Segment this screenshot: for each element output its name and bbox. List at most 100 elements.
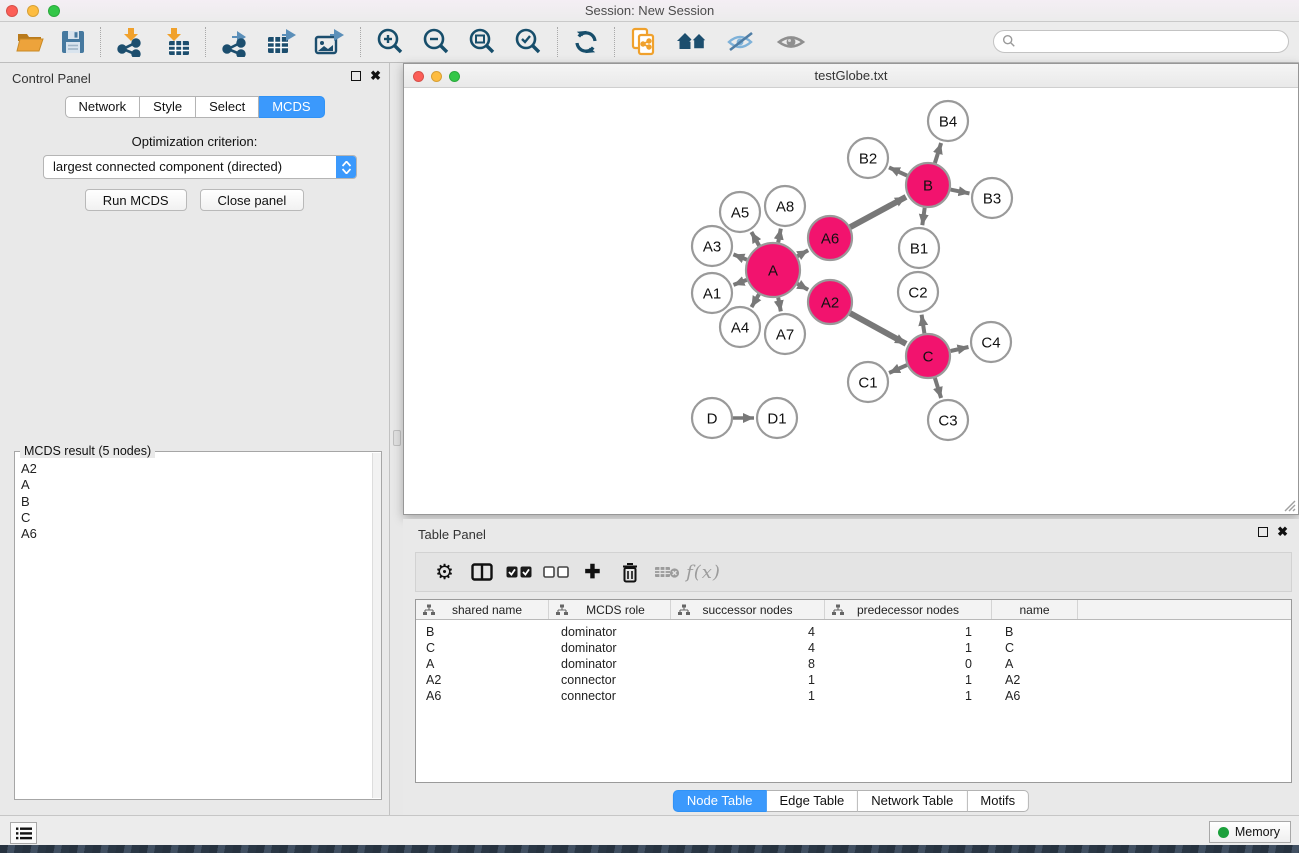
task-history-button[interactable] (10, 822, 37, 844)
export-network-button[interactable] (212, 25, 258, 59)
zoom-fit-button[interactable] (459, 25, 505, 59)
export-table-button[interactable] (258, 25, 306, 59)
edge-C-C2[interactable] (922, 315, 925, 334)
mcds-result-item[interactable]: A2 (21, 461, 371, 477)
edge-A-A7[interactable] (778, 298, 781, 312)
node-B3[interactable]: B3 (972, 178, 1012, 218)
edge-A-A5[interactable] (751, 232, 759, 246)
node-B1[interactable]: B1 (899, 228, 939, 268)
node-D[interactable]: D (692, 398, 732, 438)
node-C3[interactable]: C3 (928, 400, 968, 440)
edge-A2-C[interactable] (850, 313, 906, 344)
edge-C-C1[interactable] (889, 365, 907, 373)
table-row[interactable]: Adominator80A (416, 656, 1291, 672)
tab-style[interactable]: Style (140, 96, 196, 118)
table-row[interactable]: Cdominator41C (416, 640, 1291, 656)
delete-table-button[interactable] (648, 555, 685, 589)
node-A5[interactable]: A5 (720, 192, 760, 232)
node-A2[interactable]: A2 (808, 280, 852, 324)
node-A8[interactable]: A8 (765, 186, 805, 226)
zoom-in-button[interactable] (367, 25, 413, 59)
import-table-button[interactable] (153, 25, 199, 59)
network-window-titlebar[interactable]: testGlobe.txt (404, 64, 1298, 88)
function-builder-button[interactable]: f(x) (685, 555, 722, 589)
export-image-button[interactable] (306, 25, 354, 59)
close-table-panel-icon[interactable]: ✖ (1277, 527, 1288, 537)
float-table-panel-icon[interactable] (1258, 527, 1268, 537)
edge-A-A1[interactable] (734, 280, 747, 285)
edge-C-C4[interactable] (951, 347, 969, 351)
edge-B-B1[interactable] (922, 208, 924, 225)
column-header-mcds-role[interactable]: MCDS role (549, 600, 671, 619)
column-header-predecessor-nodes[interactable]: predecessor nodes (825, 600, 992, 619)
zoom-selected-button[interactable] (505, 25, 551, 59)
close-panel-button[interactable]: Close panel (200, 189, 305, 211)
node-D1[interactable]: D1 (757, 398, 797, 438)
resize-grip-icon[interactable] (1282, 498, 1296, 512)
edge-A-A8[interactable] (778, 229, 781, 243)
tab-motifs[interactable]: Motifs (967, 790, 1029, 812)
mcds-list-scrollbar[interactable] (372, 453, 381, 798)
table-row[interactable]: Bdominator41B (416, 624, 1291, 640)
node-C4[interactable]: C4 (971, 322, 1011, 362)
tab-node-table[interactable]: Node Table (673, 790, 767, 812)
node-A6[interactable]: A6 (808, 216, 852, 260)
refresh-layout-button[interactable] (564, 25, 608, 59)
edge-A-A4[interactable] (752, 294, 760, 307)
node-B4[interactable]: B4 (928, 101, 968, 141)
column-header-shared-name[interactable]: shared name (416, 600, 549, 619)
node-B2[interactable]: B2 (848, 138, 888, 178)
node-A7[interactable]: A7 (765, 314, 805, 354)
zoom-out-button[interactable] (413, 25, 459, 59)
table-row[interactable]: A2connector11A2 (416, 672, 1291, 688)
column-header-name[interactable]: name (992, 600, 1078, 619)
run-mcds-button[interactable]: Run MCDS (85, 189, 187, 211)
tab-network[interactable]: Network (64, 96, 140, 118)
node-A1[interactable]: A1 (692, 273, 732, 313)
column-header-successor-nodes[interactable]: successor nodes (671, 600, 825, 619)
node-A3[interactable]: A3 (692, 226, 732, 266)
close-panel-icon[interactable]: ✖ (370, 71, 381, 81)
node-B[interactable]: B (906, 163, 950, 207)
show-all-button[interactable] (767, 25, 817, 59)
edge-B-B4[interactable] (935, 143, 941, 163)
tab-network-table[interactable]: Network Table (858, 790, 967, 812)
memory-button[interactable]: Memory (1209, 821, 1291, 843)
node-C1[interactable]: C1 (848, 362, 888, 402)
edge-C-C3[interactable] (935, 378, 941, 398)
hide-selected-button[interactable] (717, 25, 767, 59)
mcds-result-item[interactable]: C (21, 510, 371, 526)
column-layout-button[interactable] (463, 555, 500, 589)
edge-A-A6[interactable] (797, 250, 808, 256)
network-graph[interactable]: A A1 A2 A3 A4 A5 A6 A7 A8 B B1 B2 B3B4 C C1 C2 C3C4 D D1 (404, 88, 1298, 514)
edge-A6-B[interactable] (850, 197, 906, 227)
add-column-button[interactable]: ✚ (574, 555, 611, 589)
criterion-dropdown[interactable]: largest connected component (directed) (43, 155, 357, 179)
tab-edge-table[interactable]: Edge Table (766, 790, 858, 812)
deselect-all-button[interactable] (537, 555, 574, 589)
select-all-button[interactable] (500, 555, 537, 589)
node-C2[interactable]: C2 (898, 272, 938, 312)
node-A[interactable]: A (746, 243, 800, 297)
edge-B-B2[interactable] (889, 167, 907, 175)
table-settings-button[interactable]: ⚙ (426, 555, 463, 589)
mcds-result-item[interactable]: A (21, 477, 371, 493)
panel-splitter-handle[interactable] (393, 430, 401, 446)
mcds-result-item[interactable]: A6 (21, 526, 371, 542)
node-A4[interactable]: A4 (720, 307, 760, 347)
search-input[interactable] (993, 30, 1289, 53)
table-row[interactable]: A6connector11A6 (416, 688, 1291, 704)
network-canvas[interactable]: A A1 A2 A3 A4 A5 A6 A7 A8 B B1 B2 B3B4 C C1 C2 C3C4 D D1 (404, 88, 1298, 514)
duplicate-network-button[interactable] (621, 25, 667, 59)
save-session-button[interactable] (52, 25, 94, 59)
delete-column-button[interactable] (611, 555, 648, 589)
open-session-button[interactable] (8, 25, 52, 59)
edge-B-B3[interactable] (951, 190, 970, 194)
tab-mcds[interactable]: MCDS (259, 96, 324, 118)
edge-A-A3[interactable] (733, 254, 747, 259)
import-network-button[interactable] (107, 25, 153, 59)
tab-select[interactable]: Select (196, 96, 259, 118)
node-C[interactable]: C (906, 334, 950, 378)
homes-button[interactable] (667, 25, 717, 59)
mcds-result-item[interactable]: B (21, 494, 371, 510)
